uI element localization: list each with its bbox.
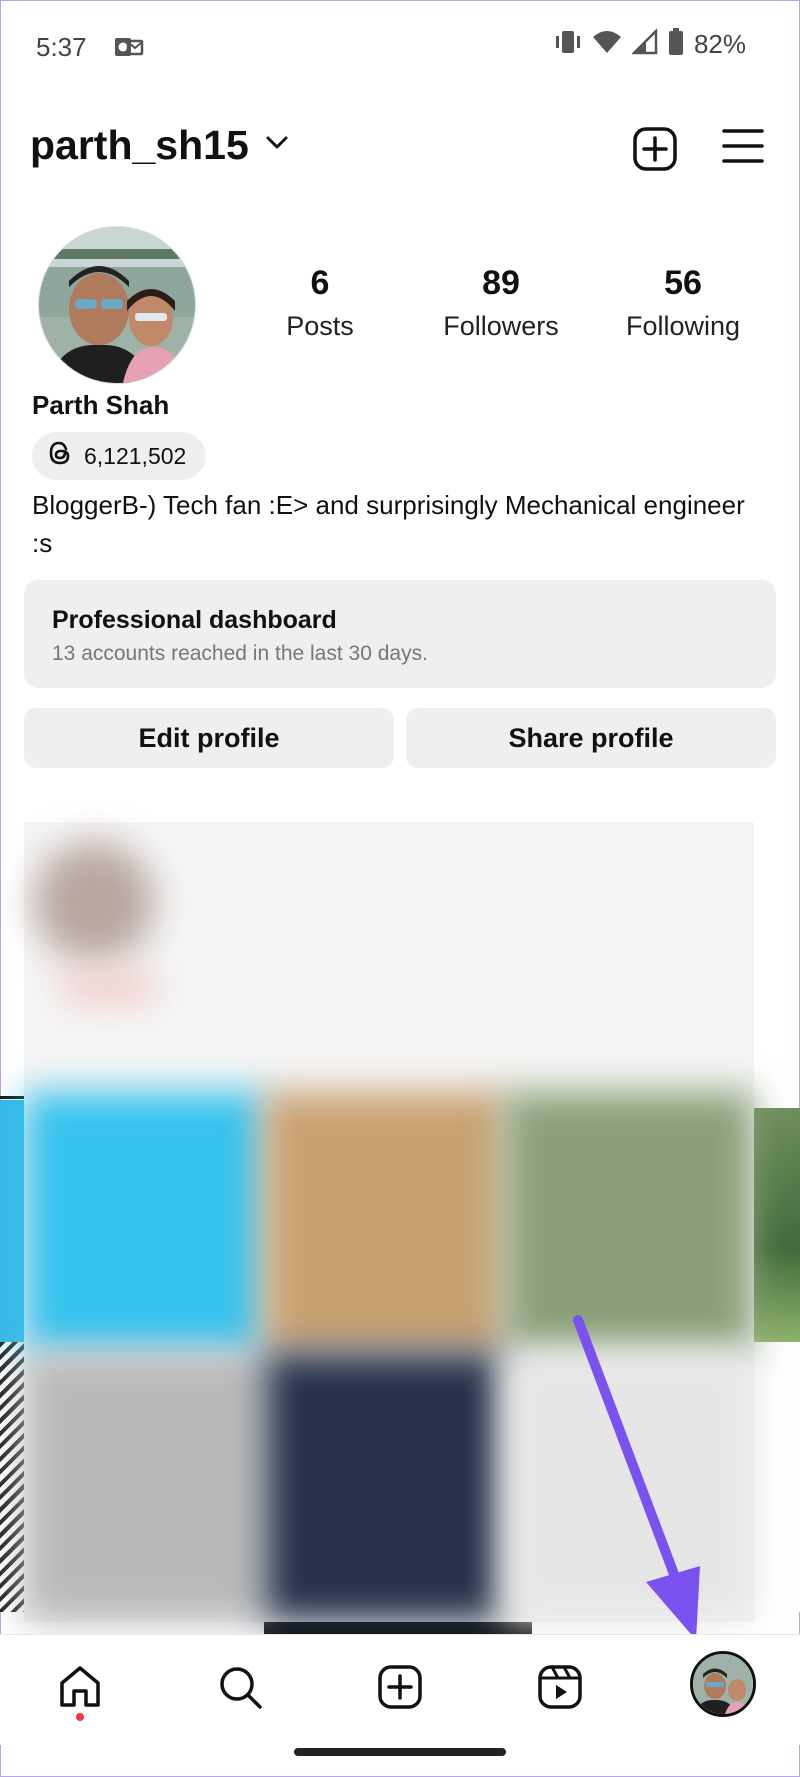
home-icon[interactable] (50, 1657, 110, 1717)
battery-icon (668, 28, 684, 61)
grid-edge-left-2 (0, 1342, 24, 1612)
stat-value: 6 (310, 264, 330, 302)
stat-label: Followers (443, 311, 559, 341)
stat-value: 56 (664, 264, 702, 302)
stat-label: Posts (286, 311, 354, 341)
search-icon[interactable] (210, 1657, 270, 1717)
menu-icon[interactable] (722, 126, 764, 177)
threads-badge[interactable]: 6,121,502 (32, 432, 207, 480)
blurred-content (0, 800, 800, 1635)
profile-avatar-large[interactable] (38, 226, 196, 384)
account-switcher[interactable]: parth_sh15 (30, 122, 289, 169)
signal-icon (630, 27, 658, 60)
edit-profile-button[interactable]: Edit profile (24, 708, 394, 768)
grid-edge-line (0, 1096, 24, 1099)
chevron-down-icon (265, 135, 289, 156)
notification-dot (76, 1713, 84, 1721)
username: parth_sh15 (30, 122, 249, 168)
bio-text: BloggerB-) Tech fan :E> and surprisingly… (32, 490, 745, 558)
blur-overlay (24, 822, 754, 1622)
create-post-icon[interactable] (632, 126, 678, 177)
create-icon[interactable] (370, 1657, 430, 1717)
professional-dashboard[interactable]: Professional dashboard 13 accounts reach… (24, 580, 776, 688)
status-bar: 5:37 82% (0, 0, 800, 96)
home-indicator[interactable] (294, 1748, 506, 1756)
stat-followers[interactable]: 89 Followers (421, 264, 581, 342)
grid-edge-bottom (264, 1622, 532, 1634)
vibrate-icon (554, 29, 582, 60)
bottom-navigation (0, 1634, 800, 1745)
reels-icon[interactable] (530, 1657, 590, 1717)
stat-label: Following (625, 311, 741, 341)
grid-edge-left (0, 1100, 24, 1342)
grid-edge-right (754, 1108, 800, 1342)
status-time: 5:37 (36, 32, 87, 62)
battery-percent: 82% (693, 29, 746, 59)
outlook-icon (114, 34, 144, 65)
threads-count: 6,121,502 (84, 442, 187, 469)
dashboard-subtitle: 13 accounts reached in the last 30 days. (52, 642, 428, 665)
profile-avatar[interactable] (690, 1651, 756, 1717)
dashboard-title: Professional dashboard (52, 606, 337, 634)
share-profile-button[interactable]: Share profile (406, 708, 776, 768)
grid-edge-right-2 (754, 1342, 800, 1612)
stat-value: 89 (482, 264, 520, 302)
threads-icon (46, 439, 74, 473)
full-name: Parth Shah (32, 390, 170, 420)
wifi-icon (592, 29, 622, 60)
stat-posts[interactable]: 6 Posts (240, 264, 400, 342)
stat-following[interactable]: 56 Following (603, 264, 763, 342)
